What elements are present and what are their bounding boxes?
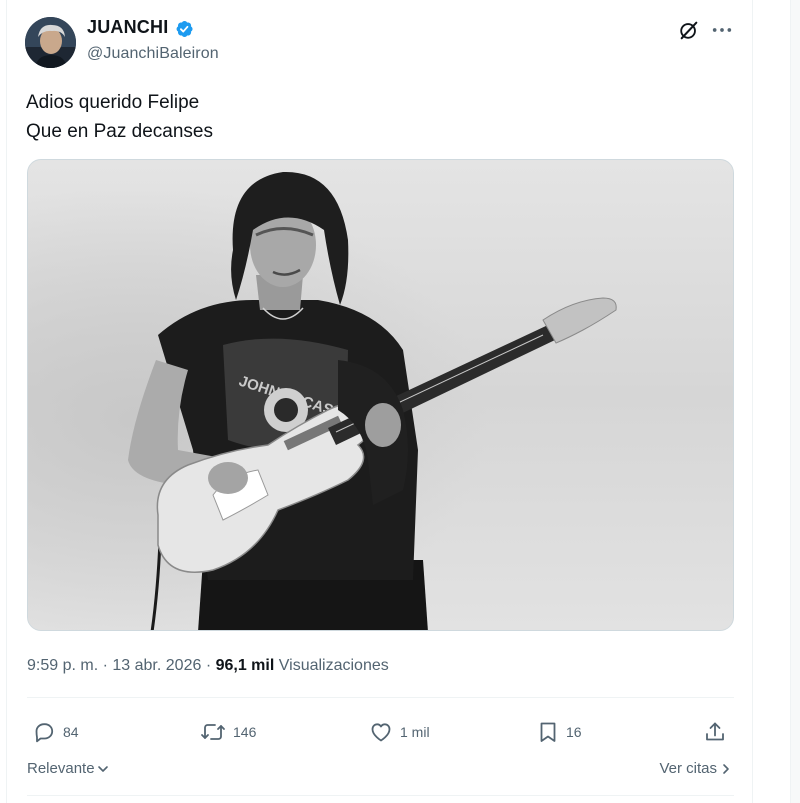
tweet-line: Adios querido Felipe [26,92,200,113]
like-button[interactable]: 1 mil [368,718,430,746]
view-quotes-label: Ver citas [659,760,717,777]
repost-count: 146 [233,724,257,740]
tweet-date[interactable]: 13 abr. 2026 [112,657,201,674]
share-icon [706,722,724,741]
tweet-line: Que en Paz decanses [26,121,213,142]
chevron-down-icon [97,765,108,772]
column-border-right [752,0,753,803]
reply-button[interactable]: 84 [31,718,79,746]
like-count: 1 mil [400,724,430,740]
avatar-image [25,17,76,68]
reply-count: 84 [63,724,79,740]
meta-separator: · [102,657,108,674]
bookmark-icon [540,722,556,742]
view-quotes-link[interactable]: Ver citas [659,760,731,777]
repost-button[interactable]: 146 [199,718,256,746]
divider [27,697,734,698]
views-label: Visualizaciones [278,657,389,674]
share-button[interactable] [703,718,727,746]
author-handle[interactable]: @JuanchiBaleiron [87,45,219,63]
verified-badge-icon [176,21,193,37]
author-name[interactable]: JUANCHI [87,17,168,38]
tweet-page: JUANCHI @JuanchiBaleiron Adios querido F… [0,0,800,803]
column-border-left [6,0,7,803]
tweet-photo[interactable]: JOHNNY CASH [27,159,734,631]
bookmark-button[interactable]: 16 [536,718,582,746]
grok-icon[interactable] [678,19,700,41]
tweet-time[interactable]: 9:59 p. m. [27,657,98,674]
sort-dropdown[interactable]: Relevante [27,760,109,777]
side-panel-edge [790,0,800,803]
replies-toolbar: Relevante Ver citas [27,760,734,782]
views-count: 96,1 mil [215,657,275,674]
divider [27,795,734,796]
meta-separator: · [205,657,212,674]
repost-icon [201,724,225,740]
like-icon [371,723,391,742]
tweet-text: Adios querido Felipe Que en Paz decanses [26,88,726,146]
more-icon[interactable] [711,20,733,40]
guitarist-photo: JOHNNY CASH [28,160,733,630]
reply-icon [35,723,54,743]
sort-label: Relevante [27,760,95,777]
chevron-right-icon [723,763,729,774]
tweet-meta: 9:59 p. m. · 13 abr. 2026 · 96,1 mil Vis… [27,657,389,675]
avatar[interactable] [25,17,76,68]
bookmark-count: 16 [566,724,582,740]
